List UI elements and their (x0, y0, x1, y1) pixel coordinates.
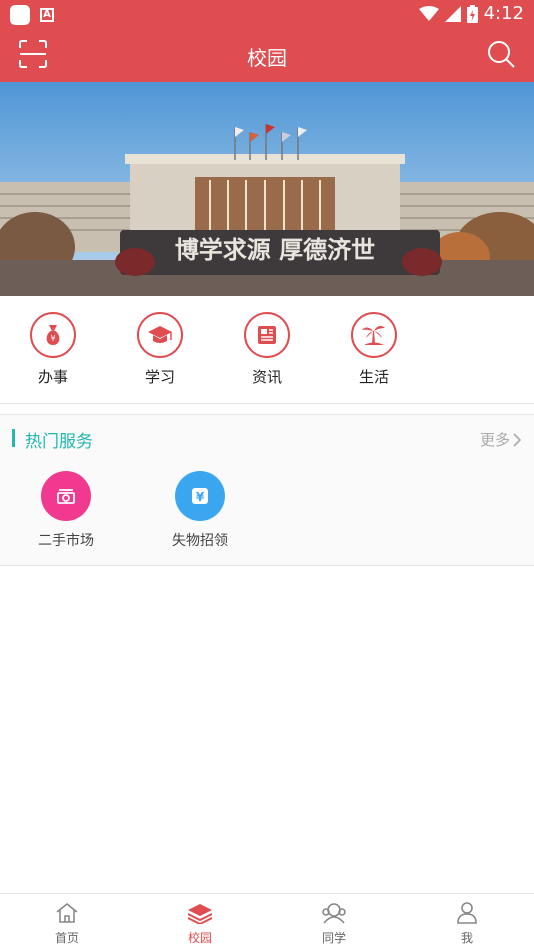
service-lost-and-found[interactable]: ¥ 失物招领 (155, 471, 245, 550)
tab-classmates[interactable]: 同学 (294, 902, 374, 946)
hot-services-section: 热门服务 更多 二手市场 ¥ 失物招领 (0, 414, 534, 566)
quick-action-label: 学习 (144, 368, 175, 386)
hot-services-header: 热门服务 更多 (0, 415, 534, 461)
quick-action-study[interactable]: 学习 (130, 312, 190, 387)
quick-action-label: 资讯 (251, 368, 282, 386)
section-title: 热门服务 (25, 432, 93, 452)
lost-found-icon: ¥ (192, 488, 208, 504)
home-icon (56, 902, 78, 923)
signal-icon (444, 5, 461, 22)
battery-icon (466, 4, 478, 23)
quick-action-circle (244, 312, 290, 358)
news-icon (258, 326, 276, 344)
clock: 4:12 (483, 3, 524, 24)
svg-text:¥: ¥ (50, 334, 55, 343)
graduation-cap-icon (148, 326, 172, 343)
notification-a-icon: A (40, 8, 54, 22)
more-label: 更多 (479, 431, 510, 449)
tab-label: 校园 (187, 931, 212, 945)
quick-action-life[interactable]: 生活 (344, 312, 404, 387)
search-icon[interactable] (486, 39, 516, 69)
banner-image: 博学求源 厚德济世 (0, 82, 534, 296)
market-icon (57, 489, 75, 504)
app-bar: 校园 (0, 30, 534, 82)
person-icon (457, 902, 477, 924)
campus-banner[interactable]: 博学求源 厚德济世 (0, 82, 534, 296)
section-accent-bar (12, 429, 15, 447)
page-title: 校园 (247, 46, 287, 70)
banner-motto: 博学求源 厚德济世 (175, 236, 375, 264)
tab-home[interactable]: 首页 (27, 902, 107, 946)
quick-action-affairs[interactable]: ¥ 办事 (23, 312, 83, 387)
quick-action-circle: ¥ (30, 312, 76, 358)
tab-label: 同学 (321, 931, 346, 945)
status-right: 4:12 (418, 3, 524, 24)
quick-action-label: 办事 (37, 368, 68, 386)
quick-action-circle (351, 312, 397, 358)
service-label: 二手市场 (38, 533, 94, 549)
status-bar: A 4:12 (0, 0, 534, 30)
tab-label: 首页 (54, 931, 79, 945)
service-icon-circle (41, 471, 91, 521)
tab-label: 我 (460, 931, 473, 945)
more-link[interactable]: 更多 (480, 429, 522, 450)
bottom-tab-bar: 首页 校园 同学 我 (0, 893, 534, 950)
quick-actions: ¥ 办事 学习 资讯 生活 (0, 296, 534, 404)
campus-icon (187, 904, 213, 926)
money-bag-icon: ¥ (46, 325, 60, 345)
notification-icon (10, 5, 30, 25)
quick-action-news[interactable]: 资讯 (237, 312, 297, 387)
wifi-icon (418, 5, 439, 21)
quick-action-label: 生活 (358, 368, 389, 386)
status-notifications: A (10, 5, 54, 25)
quick-action-circle (137, 312, 183, 358)
tab-campus[interactable]: 校园 (160, 902, 240, 946)
service-label: 失物招领 (172, 533, 228, 549)
svg-text:¥: ¥ (196, 490, 205, 504)
palm-tree-icon (362, 326, 385, 345)
tab-me[interactable]: 我 (427, 902, 507, 946)
chevron-right-icon (513, 432, 522, 447)
service-icon-circle: ¥ (175, 471, 225, 521)
service-secondhand-market[interactable]: 二手市场 (21, 471, 111, 550)
classmates-icon (322, 903, 346, 924)
